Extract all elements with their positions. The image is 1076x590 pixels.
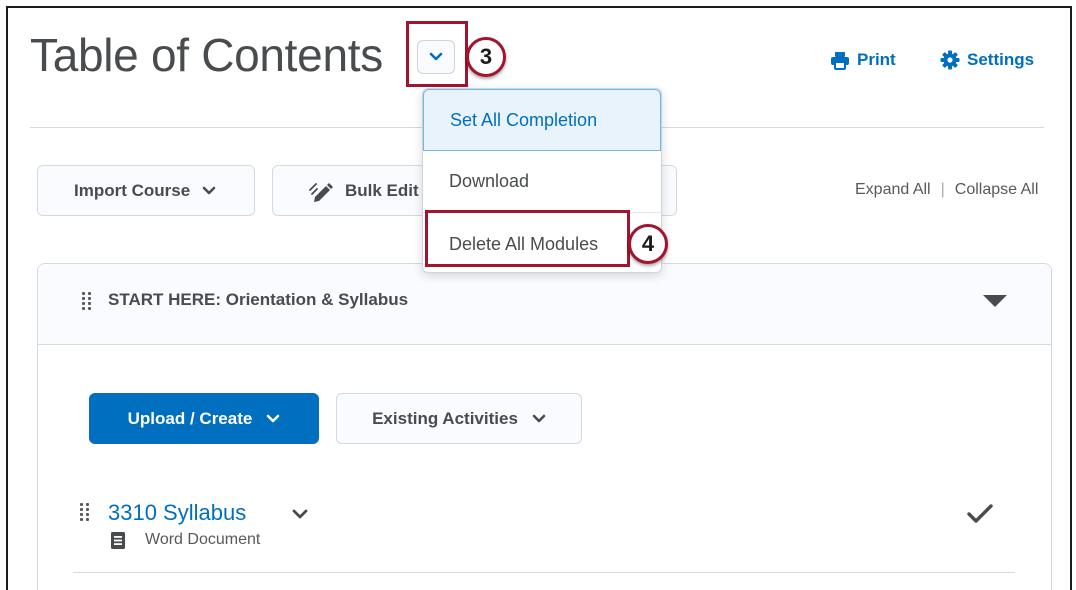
bulk-edit-label: Bulk Edit <box>345 180 419 200</box>
existing-activities-button[interactable]: Existing Activities <box>336 393 582 444</box>
import-course-button[interactable]: Import Course <box>37 165 255 216</box>
drag-handle-icon[interactable] <box>82 292 91 310</box>
step-badge-3: 3 <box>466 37 506 77</box>
upload-create-label: Upload / Create <box>127 408 253 428</box>
existing-activities-label: Existing Activities <box>372 408 518 428</box>
printer-icon <box>831 51 849 70</box>
expand-collapse-links: Expand All | Collapse All <box>855 181 1038 199</box>
chevron-down-icon <box>202 186 216 194</box>
chevron-down-icon[interactable] <box>291 508 309 520</box>
chevron-down-icon <box>267 414 280 422</box>
settings-label: Settings <box>967 50 1035 69</box>
checkmark-icon[interactable] <box>966 503 994 525</box>
menu-item-set-all-completion[interactable]: Set All Completion <box>423 89 661 151</box>
module-header[interactable]: START HERE: Orientation & Syllabus <box>38 264 1051 345</box>
content-item-type: Word Document <box>145 531 261 548</box>
page-title: Table of Contents <box>30 29 383 81</box>
collapse-caret-icon[interactable] <box>983 295 1007 307</box>
settings-link[interactable]: Settings <box>940 50 1034 70</box>
item-divider <box>73 572 1015 573</box>
callout-highlight-options <box>406 21 468 87</box>
import-course-label: Import Course <box>74 180 191 200</box>
expand-all-link[interactable]: Expand All <box>855 181 931 199</box>
callout-highlight-delete <box>425 210 630 267</box>
drag-handle-icon[interactable] <box>80 503 89 521</box>
pencil-icon <box>309 182 333 202</box>
print-label: Print <box>857 50 896 69</box>
step-badge-4: 4 <box>628 224 668 264</box>
module-title: START HERE: Orientation & Syllabus <box>108 290 409 309</box>
print-link[interactable]: Print <box>830 50 896 70</box>
link-separator: | <box>940 181 945 198</box>
upload-create-button[interactable]: Upload / Create <box>89 393 319 444</box>
chevron-down-icon <box>532 414 546 422</box>
collapse-all-link[interactable]: Collapse All <box>955 181 1039 199</box>
gear-icon <box>940 50 960 70</box>
document-icon <box>111 532 125 549</box>
content-item-title[interactable]: 3310 Syllabus <box>108 500 246 526</box>
menu-item-download[interactable]: Download <box>423 151 661 213</box>
